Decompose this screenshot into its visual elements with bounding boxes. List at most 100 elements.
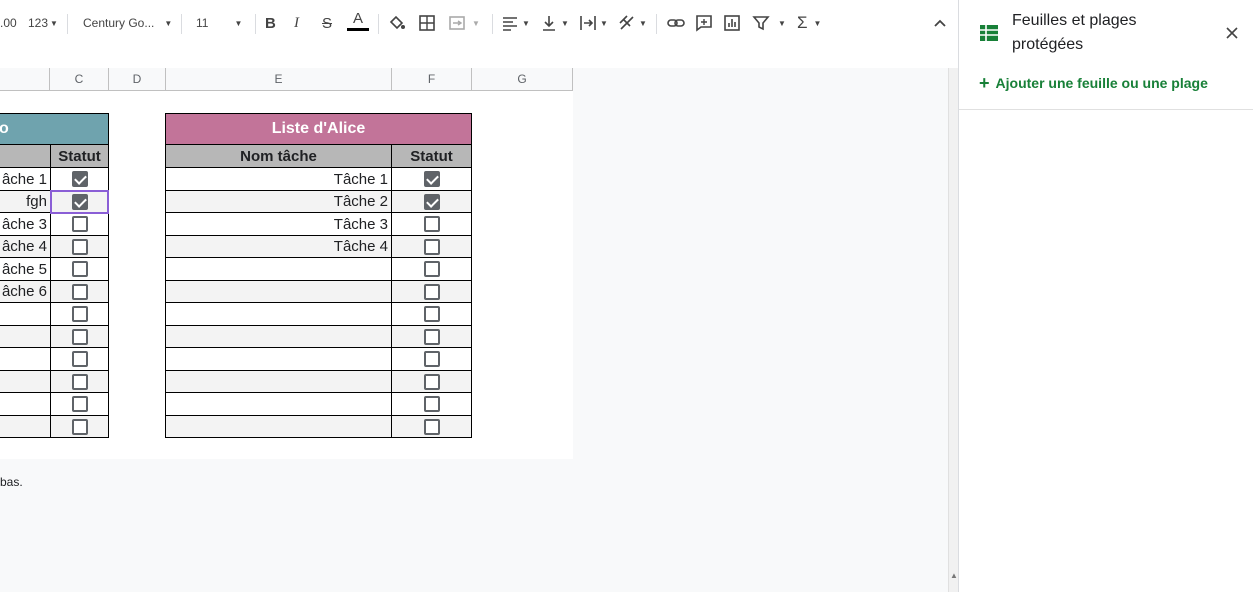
left-task-name-cell[interactable]	[0, 325, 51, 348]
right-task-name-cell[interactable]	[165, 347, 392, 371]
checkbox-unchecked[interactable]	[424, 216, 440, 232]
checkbox-unchecked[interactable]	[72, 351, 88, 367]
checkbox-checked[interactable]	[424, 194, 440, 210]
filter-button[interactable]: ▼	[752, 10, 786, 36]
add-sheet-or-range-button[interactable]: + Ajouter une feuille ou une plage	[979, 73, 1208, 93]
link-icon	[667, 19, 685, 27]
left-task-name-cell[interactable]	[0, 347, 51, 371]
left-task-name-cell[interactable]: âche 5	[0, 257, 51, 281]
checkbox-checked[interactable]	[424, 171, 440, 187]
font-size-select[interactable]: 11 ▼	[196, 10, 242, 36]
checkbox-unchecked[interactable]	[424, 396, 440, 412]
plus-icon: +	[979, 73, 990, 93]
checkbox-unchecked[interactable]	[424, 329, 440, 345]
checkbox-unchecked[interactable]	[424, 351, 440, 367]
text-wrap-button[interactable]: ▼	[579, 10, 608, 36]
right-task-name-cell[interactable]	[165, 370, 392, 393]
formula-bar[interactable]	[0, 46, 958, 69]
left-status-header[interactable]: Statut	[50, 144, 109, 168]
right-task-name-cell[interactable]	[165, 302, 392, 326]
right-task-name-cell[interactable]: Tâche 4	[165, 235, 392, 258]
left-task-name-cell[interactable]	[0, 392, 51, 416]
left-name-header[interactable]	[0, 144, 51, 168]
merge-cells-button[interactable]: ▼	[448, 10, 480, 36]
toolbar-divider	[656, 14, 657, 34]
fill-color-button[interactable]	[388, 10, 406, 36]
left-table-title[interactable]: o	[0, 113, 109, 145]
insert-chart-button[interactable]	[723, 10, 741, 36]
right-name-header[interactable]: Nom tâche	[165, 144, 392, 168]
left-task-name-cell[interactable]	[0, 415, 51, 438]
sheet-note: bas.	[0, 475, 23, 489]
chevron-down-icon: ▼	[164, 18, 173, 28]
left-task-name-cell[interactable]: âche 4	[0, 235, 51, 258]
italic-button[interactable]: I	[294, 10, 299, 36]
checkbox-unchecked[interactable]	[424, 419, 440, 435]
checkbox-unchecked[interactable]	[72, 396, 88, 412]
chevron-down-icon: ▼	[50, 18, 58, 28]
panel-title: Feuilles et plages protégées	[1012, 12, 1137, 53]
functions-button[interactable]: Σ ▼	[797, 10, 821, 36]
right-task-name-cell[interactable]	[165, 257, 392, 281]
decrease-decimal-button[interactable]: .00	[0, 10, 17, 36]
checkbox-unchecked[interactable]	[72, 374, 88, 390]
checkbox-unchecked[interactable]	[72, 284, 88, 300]
checkbox-unchecked[interactable]	[72, 261, 88, 277]
text-color-button[interactable]: A	[347, 10, 369, 36]
right-task-name-cell[interactable]	[165, 392, 392, 416]
right-table-title[interactable]: Liste d'Alice	[165, 113, 472, 145]
checkbox-unchecked[interactable]	[72, 329, 88, 345]
column-header-d[interactable]: D	[109, 68, 166, 91]
right-task-name-cell[interactable]: Tâche 2	[165, 190, 392, 213]
more-formats-button[interactable]: 123 ▼	[28, 10, 58, 36]
checkbox-unchecked[interactable]	[72, 239, 88, 255]
checkbox-unchecked[interactable]	[72, 216, 88, 232]
checkbox-unchecked[interactable]	[424, 284, 440, 300]
strikethrough-icon: S	[322, 14, 333, 32]
column-header-e[interactable]: E	[166, 68, 392, 91]
right-task-name-cell[interactable]: Tâche 3	[165, 212, 392, 236]
column-header-f[interactable]: F	[392, 68, 472, 91]
insert-link-button[interactable]	[666, 10, 686, 36]
checkbox-unchecked[interactable]	[72, 419, 88, 435]
left-task-name-cell[interactable]: fgh	[0, 190, 51, 213]
borders-button[interactable]	[418, 10, 436, 36]
left-task-name-cell[interactable]	[0, 302, 51, 326]
left-task-name-cell[interactable]: âche 6	[0, 280, 51, 303]
right-task-name-cell[interactable]	[165, 325, 392, 348]
checkbox-checked[interactable]	[72, 171, 88, 187]
text-rotation-button[interactable]: ▼	[618, 10, 647, 36]
left-task-name-cell[interactable]: âche 3	[0, 212, 51, 236]
font-family-select[interactable]: Century Go... ▼	[83, 10, 172, 36]
toolbar-divider	[378, 14, 379, 34]
column-header-c[interactable]: C	[50, 68, 109, 91]
task-name: âche 1	[1, 170, 47, 188]
column-header-b[interactable]	[0, 68, 50, 91]
right-task-name-cell[interactable]: Tâche 1	[165, 167, 392, 191]
right-task-name-cell[interactable]	[165, 415, 392, 438]
chevron-down-icon: ▼	[234, 18, 243, 28]
close-panel-button[interactable]	[1225, 26, 1239, 45]
right-status-header[interactable]: Statut	[391, 144, 472, 168]
text-rotation-icon	[619, 15, 634, 30]
toolbar-divider	[255, 14, 256, 34]
strikethrough-button[interactable]: S	[322, 10, 332, 36]
checkbox-unchecked[interactable]	[424, 374, 440, 390]
checkbox-unchecked[interactable]	[424, 239, 440, 255]
insert-comment-button[interactable]	[695, 10, 713, 36]
toolbar-divider	[181, 14, 182, 34]
task-name: Tâche 2	[333, 193, 388, 210]
collapse-toolbar-button[interactable]	[932, 10, 948, 36]
left-task-name-cell[interactable]	[0, 370, 51, 393]
bold-button[interactable]: B	[265, 10, 276, 36]
checkbox-unchecked[interactable]	[424, 261, 440, 277]
checkbox-unchecked[interactable]	[72, 306, 88, 322]
right-task-name-cell[interactable]	[165, 280, 392, 303]
vertical-align-button[interactable]: ▼	[540, 10, 569, 36]
left-task-name-cell[interactable]: âche 1	[0, 167, 51, 191]
chevron-down-icon: ▼	[778, 18, 786, 28]
horizontal-align-button[interactable]: ▼	[501, 10, 530, 36]
borders-icon	[419, 15, 435, 31]
column-header-g[interactable]: G	[472, 68, 573, 91]
checkbox-unchecked[interactable]	[424, 306, 440, 322]
